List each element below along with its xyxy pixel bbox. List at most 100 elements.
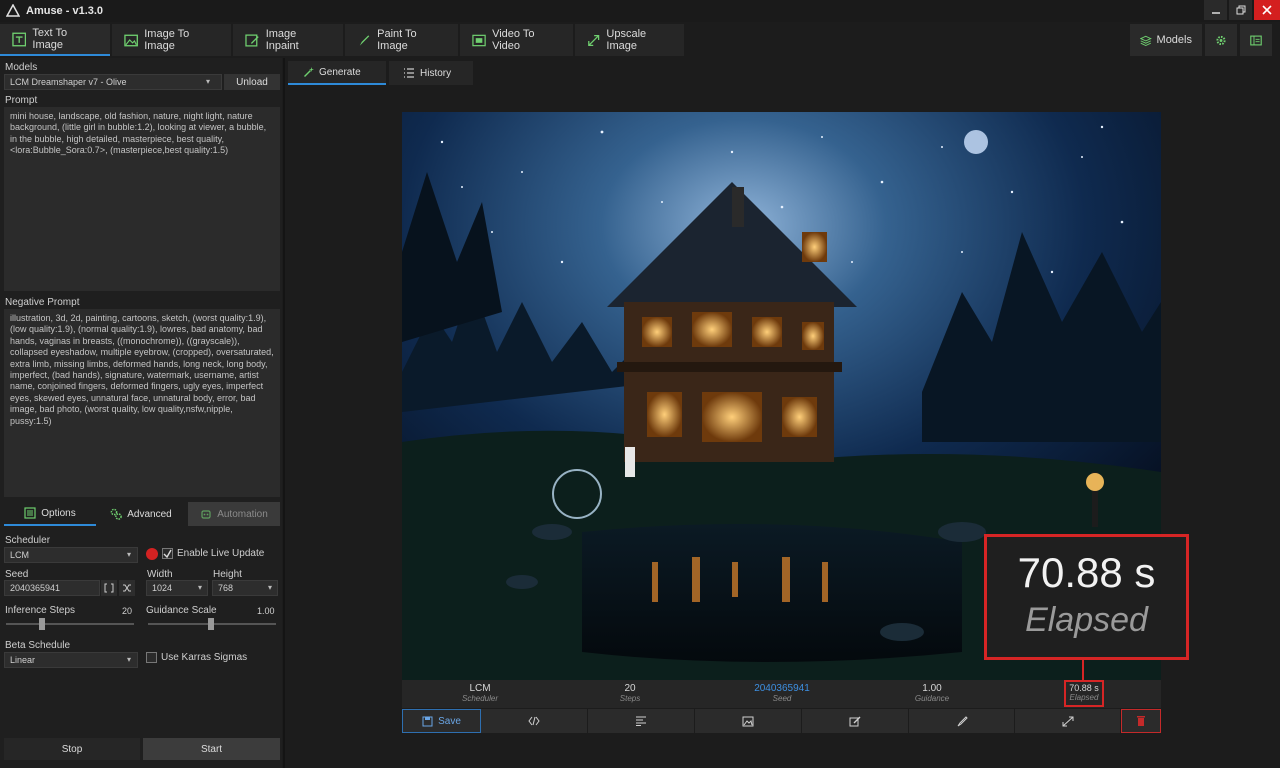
send-to-upscale-button[interactable] bbox=[1015, 709, 1121, 733]
code-icon bbox=[528, 716, 540, 726]
panel-icon bbox=[1250, 35, 1262, 45]
bracket-icon bbox=[104, 583, 114, 593]
settings-button[interactable] bbox=[1205, 24, 1237, 56]
save-icon bbox=[422, 716, 433, 726]
seed-label: Seed bbox=[5, 569, 29, 580]
tab-automation-label: Automation bbox=[217, 508, 268, 520]
stat-value: 2040365941 bbox=[754, 683, 810, 694]
karras-sigmas-checkbox[interactable] bbox=[146, 652, 157, 663]
robot-icon bbox=[201, 510, 211, 519]
stat-value: 20 bbox=[624, 683, 636, 694]
app-logo-icon bbox=[6, 4, 20, 17]
beta-schedule-select[interactable]: Linear bbox=[4, 652, 138, 668]
inference-steps-track[interactable] bbox=[6, 623, 134, 625]
scheduler-label: Scheduler bbox=[5, 535, 51, 546]
text-icon bbox=[12, 32, 27, 46]
expand-icon bbox=[588, 34, 600, 46]
tab-advanced-label: Advanced bbox=[127, 508, 172, 520]
details-button[interactable] bbox=[588, 709, 695, 733]
send-to-image-button[interactable] bbox=[695, 709, 802, 733]
tab-generate[interactable]: Generate bbox=[288, 61, 386, 85]
guidance-scale-value: 1.00 bbox=[257, 606, 275, 616]
image-icon bbox=[742, 716, 754, 726]
edit-icon bbox=[849, 716, 861, 726]
inference-steps-label: Inference Steps bbox=[5, 605, 76, 616]
tab-image-to-image[interactable]: Image To Image bbox=[112, 24, 231, 56]
live-update-checkbox[interactable] bbox=[162, 548, 173, 559]
stat-value: LCM bbox=[469, 683, 491, 694]
send-to-inpaint-button[interactable] bbox=[802, 709, 909, 733]
elapsed-callout-value: 70.88 s bbox=[1017, 549, 1156, 596]
stat-key: Seed bbox=[772, 694, 792, 703]
tab-video-to-video[interactable]: Video To Video bbox=[460, 24, 573, 56]
tab-advanced[interactable]: Advanced bbox=[96, 502, 186, 526]
chevron-down-icon: ▾ bbox=[198, 583, 203, 592]
save-button[interactable]: Save bbox=[402, 709, 481, 733]
elapsed-callout: 70.88 s Elapsed bbox=[984, 534, 1189, 660]
brush-icon bbox=[359, 34, 370, 46]
tab-history-label: History bbox=[420, 67, 452, 79]
tab-options[interactable]: Options bbox=[4, 502, 96, 526]
callout-connector bbox=[1082, 660, 1084, 680]
tab-image-inpaint[interactable]: Image Inpaint bbox=[233, 24, 343, 56]
tab-paint-to-image[interactable]: Paint To Image bbox=[345, 24, 458, 56]
minimize-button[interactable] bbox=[1204, 0, 1227, 20]
title-bar: Amuse - v1.3.0 bbox=[0, 0, 1280, 22]
model-select[interactable]: LCM Dreamshaper v7 - Olive bbox=[4, 74, 222, 90]
delete-button[interactable] bbox=[1121, 709, 1161, 733]
stat-guidance: 1.00 Guidance bbox=[872, 680, 992, 703]
stat-value: 1.00 bbox=[922, 683, 942, 694]
options-icon bbox=[24, 507, 36, 519]
panel-toggle-button[interactable] bbox=[1240, 24, 1272, 56]
close-icon bbox=[1262, 5, 1272, 15]
stat-steps: 20 Steps bbox=[570, 680, 690, 703]
start-button[interactable]: Start bbox=[143, 738, 280, 760]
tab-automation[interactable]: Automation bbox=[188, 502, 280, 526]
elapsed-callout-label: Elapsed bbox=[1025, 601, 1148, 639]
stat-scheduler: LCM Scheduler bbox=[420, 680, 540, 703]
tab-upscale-image[interactable]: Upscale Image bbox=[575, 24, 684, 56]
negative-prompt-input[interactable]: illustration, 3d, 2d, painting, cartoons… bbox=[4, 309, 280, 497]
guidance-scale-slider[interactable] bbox=[208, 618, 214, 630]
seed-lock-button[interactable] bbox=[101, 580, 117, 596]
models-button[interactable]: Models bbox=[1130, 24, 1202, 56]
close-window-button[interactable] bbox=[1254, 0, 1280, 20]
panel-splitter[interactable] bbox=[283, 58, 285, 768]
negative-prompt-label: Negative Prompt bbox=[5, 297, 80, 308]
inference-steps-slider[interactable] bbox=[39, 618, 45, 630]
chevron-down-icon: ▾ bbox=[268, 583, 273, 592]
restore-icon bbox=[1236, 5, 1245, 15]
prompt-label: Prompt bbox=[5, 95, 38, 106]
tab-text-to-image[interactable]: Text To Image bbox=[0, 24, 110, 56]
main-tab-bar: Text To Image Image To Image Image Inpai… bbox=[0, 24, 1280, 56]
stop-button[interactable]: Stop bbox=[4, 738, 140, 760]
send-to-paint-button[interactable] bbox=[909, 709, 1015, 733]
save-label: Save bbox=[438, 715, 461, 727]
seed-input[interactable]: 2040365941 bbox=[4, 580, 100, 596]
layers-icon bbox=[1140, 35, 1152, 46]
tab-history[interactable]: History bbox=[389, 61, 473, 85]
tab-label: Image To Image bbox=[144, 28, 190, 52]
generate-icon bbox=[304, 67, 314, 77]
maximize-button[interactable] bbox=[1229, 0, 1252, 20]
tab-label: Video To Video bbox=[492, 28, 535, 52]
result-stats-bar: LCM Scheduler 20 Steps 2040365941 Seed 1… bbox=[402, 680, 1161, 708]
guidance-scale-label: Guidance Scale bbox=[146, 605, 217, 616]
gear-icon bbox=[1216, 35, 1226, 45]
tab-label: Text To Image bbox=[32, 27, 68, 51]
stat-key: Scheduler bbox=[461, 694, 499, 703]
live-indicator-icon bbox=[146, 548, 158, 560]
beta-schedule-label: Beta Schedule bbox=[5, 640, 71, 651]
random-seed-button[interactable] bbox=[119, 580, 135, 596]
image-icon bbox=[124, 34, 138, 46]
code-button[interactable] bbox=[481, 709, 588, 733]
pencil-icon bbox=[245, 33, 259, 47]
scheduler-select[interactable]: LCM bbox=[4, 547, 138, 563]
video-icon bbox=[472, 34, 486, 46]
list-icon bbox=[404, 68, 414, 78]
minimize-icon bbox=[1211, 12, 1220, 14]
models-label: Models bbox=[1156, 34, 1192, 46]
unload-button[interactable]: Unload bbox=[224, 74, 280, 90]
chevron-down-icon: ▾ bbox=[206, 77, 211, 86]
prompt-input[interactable]: mini house, landscape, old fashion, natu… bbox=[4, 107, 280, 291]
